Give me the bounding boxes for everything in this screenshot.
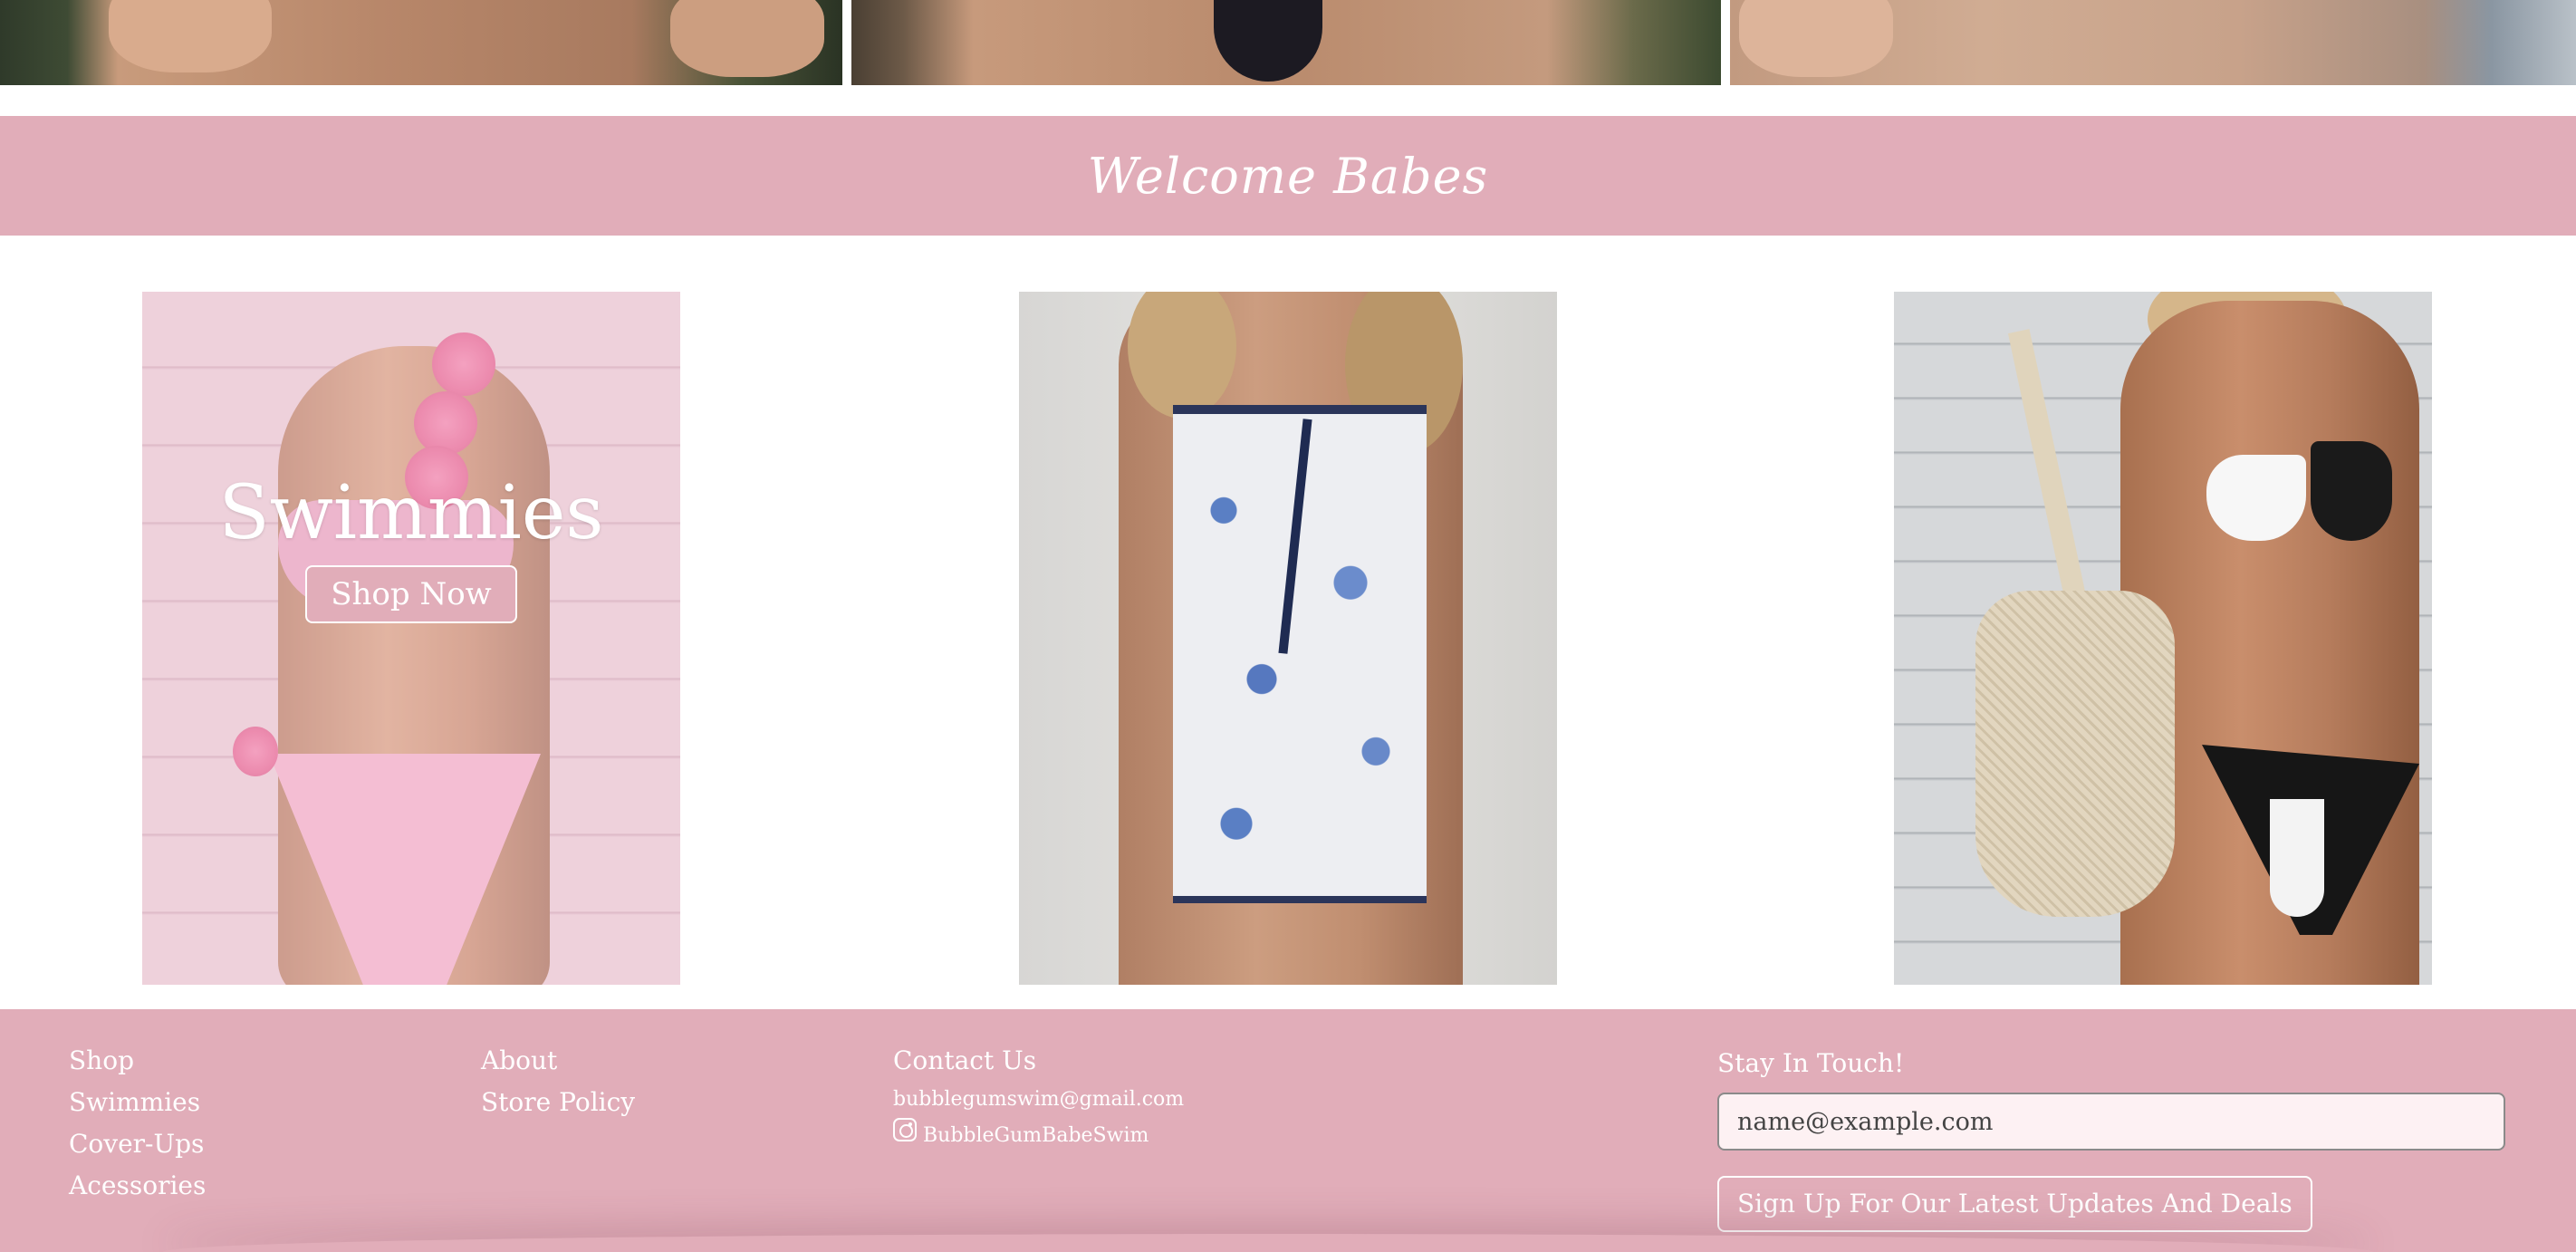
email-input[interactable] bbox=[1717, 1093, 2505, 1151]
footer-link-shop[interactable]: Shop bbox=[69, 1040, 206, 1082]
welcome-banner: Welcome Babes bbox=[0, 116, 2576, 236]
instagram-icon bbox=[893, 1118, 917, 1141]
footer-link-accessories[interactable]: Acessories bbox=[69, 1165, 206, 1207]
site-footer: Shop Swimmies Cover-Ups Acessories About… bbox=[0, 1009, 2576, 1252]
contact-us-heading: Contact Us bbox=[893, 1045, 1037, 1075]
footer-contact-column: Contact Us bubblegumswim@gmail.com Bubbl… bbox=[893, 1040, 1184, 1154]
instagram-link[interactable]: BubbleGumBabeSwim bbox=[893, 1118, 1184, 1154]
footer-link-swimmies[interactable]: Swimmies bbox=[69, 1082, 206, 1123]
category-card-swimmies[interactable]: Swimmies Shop Now bbox=[142, 292, 680, 985]
card-caption: Swimmies Shop Now bbox=[142, 470, 680, 624]
strip-divider bbox=[842, 0, 851, 85]
contact-email: bubblegumswim@gmail.com bbox=[893, 1088, 1185, 1111]
crochet-bag bbox=[1975, 591, 2175, 917]
contact-email-link[interactable]: bubblegumswim@gmail.com bbox=[893, 1082, 1184, 1118]
top-photo-strip bbox=[0, 0, 2576, 85]
card-title: Swimmies bbox=[218, 470, 604, 556]
welcome-heading: Welcome Babes bbox=[1087, 147, 1489, 205]
strip-photo-3 bbox=[1730, 0, 2576, 85]
footer-link-about[interactable]: About bbox=[481, 1040, 635, 1082]
footer-link-cover-ups[interactable]: Cover-Ups bbox=[69, 1123, 206, 1165]
strip-photo-1 bbox=[0, 0, 842, 85]
newsletter-heading: Stay In Touch! bbox=[1717, 1048, 1905, 1078]
footer-shop-column: Shop Swimmies Cover-Ups Acessories bbox=[69, 1040, 206, 1207]
category-card-accessories[interactable] bbox=[1894, 292, 2432, 985]
shop-now-button[interactable]: Shop Now bbox=[305, 565, 517, 624]
strip-divider bbox=[1721, 0, 1730, 85]
strip-photo-2 bbox=[851, 0, 1721, 85]
instagram-handle: BubbleGumBabeSwim bbox=[923, 1124, 1149, 1147]
footer-link-store-policy[interactable]: Store Policy bbox=[481, 1082, 635, 1123]
category-card-cover-ups[interactable] bbox=[1019, 292, 1557, 985]
footer-about-column: About Store Policy bbox=[481, 1040, 635, 1123]
footer-shadow bbox=[163, 1234, 2373, 1252]
signup-button[interactable]: Sign Up For Our Latest Updates And Deals bbox=[1717, 1176, 2312, 1232]
newsletter-signup: Stay In Touch! Sign Up For Our Latest Up… bbox=[1717, 1040, 2505, 1232]
